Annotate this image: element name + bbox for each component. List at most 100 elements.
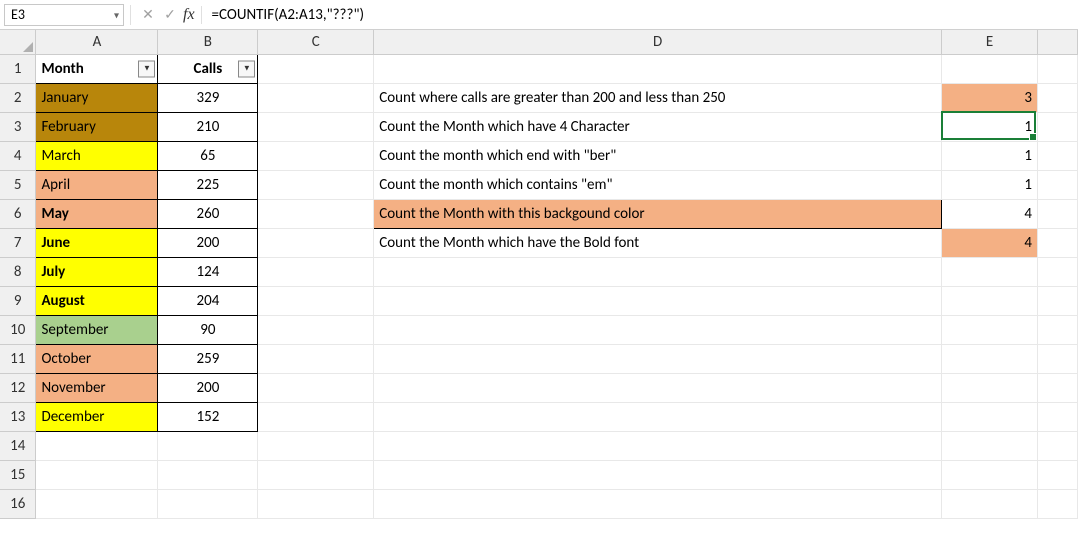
cell-E2[interactable]: 3: [942, 83, 1038, 112]
cell-A8[interactable]: July: [36, 257, 158, 286]
cell-B15[interactable]: [158, 460, 258, 489]
cell-F4[interactable]: [1037, 141, 1077, 170]
cell-C5[interactable]: [258, 170, 374, 199]
row-header-4[interactable]: 4: [0, 141, 36, 170]
cell-B7[interactable]: 200: [158, 228, 258, 257]
cell-F12[interactable]: [1037, 373, 1077, 402]
cell-F10[interactable]: [1037, 315, 1077, 344]
cell-B12[interactable]: 200: [158, 373, 258, 402]
cell-E14[interactable]: [942, 431, 1038, 460]
cell-B13[interactable]: 152: [158, 402, 258, 431]
row-header-11[interactable]: 11: [0, 344, 36, 373]
cell-C9[interactable]: [258, 286, 374, 315]
col-header-D[interactable]: D: [374, 30, 942, 54]
row-header-9[interactable]: 9: [0, 286, 36, 315]
cell-F1[interactable]: [1037, 54, 1077, 83]
cell-F15[interactable]: [1037, 460, 1077, 489]
cell-F3[interactable]: [1037, 112, 1077, 141]
cell-D9[interactable]: [374, 286, 942, 315]
confirm-icon[interactable]: ✓: [159, 6, 181, 23]
cell-A2[interactable]: January: [36, 83, 158, 112]
cell-B11[interactable]: 259: [158, 344, 258, 373]
cell-B14[interactable]: [158, 431, 258, 460]
cell-E10[interactable]: [942, 315, 1038, 344]
cell-E13[interactable]: [942, 402, 1038, 431]
cell-B8[interactable]: 124: [158, 257, 258, 286]
cell-F6[interactable]: [1037, 199, 1077, 228]
cell-C11[interactable]: [258, 344, 374, 373]
cell-C4[interactable]: [258, 141, 374, 170]
row-header-7[interactable]: 7: [0, 228, 36, 257]
cell-A10[interactable]: September: [36, 315, 158, 344]
cell-E5[interactable]: 1: [942, 170, 1038, 199]
select-all-corner[interactable]: [0, 30, 36, 54]
cell-F2[interactable]: [1037, 83, 1077, 112]
cell-C15[interactable]: [258, 460, 374, 489]
cell-A9[interactable]: August: [36, 286, 158, 315]
col-header-B[interactable]: B: [158, 30, 258, 54]
cell-E11[interactable]: [942, 344, 1038, 373]
cell-C16[interactable]: [258, 489, 374, 518]
row-header-14[interactable]: 14: [0, 431, 36, 460]
cell-A15[interactable]: [36, 460, 158, 489]
cell-D6[interactable]: Count the Month with this backgound colo…: [374, 199, 942, 228]
formula-input[interactable]: [208, 4, 1074, 26]
cell-D2[interactable]: Count where calls are greater than 200 a…: [374, 83, 942, 112]
cell-A4[interactable]: March: [36, 141, 158, 170]
cancel-icon[interactable]: ✕: [137, 6, 159, 23]
row-header-16[interactable]: 16: [0, 489, 36, 518]
cell-C6[interactable]: [258, 199, 374, 228]
cell-F11[interactable]: [1037, 344, 1077, 373]
cell-C2[interactable]: [258, 83, 374, 112]
cell-A12[interactable]: November: [36, 373, 158, 402]
cell-E15[interactable]: [942, 460, 1038, 489]
cell-B2[interactable]: 329: [158, 83, 258, 112]
cell-E7[interactable]: 4: [942, 228, 1038, 257]
col-header-F[interactable]: [1037, 30, 1077, 54]
row-header-12[interactable]: 12: [0, 373, 36, 402]
col-header-C[interactable]: C: [258, 30, 374, 54]
cell-A11[interactable]: October: [36, 344, 158, 373]
cell-A1[interactable]: Month▼: [36, 54, 158, 83]
row-header-13[interactable]: 13: [0, 402, 36, 431]
cell-E8[interactable]: [942, 257, 1038, 286]
row-header-10[interactable]: 10: [0, 315, 36, 344]
fx-icon[interactable]: fx: [181, 6, 202, 24]
cell-B5[interactable]: 225: [158, 170, 258, 199]
cell-B6[interactable]: 260: [158, 199, 258, 228]
cell-E12[interactable]: [942, 373, 1038, 402]
cell-B3[interactable]: 210: [158, 112, 258, 141]
cell-F14[interactable]: [1037, 431, 1077, 460]
cell-A3[interactable]: February: [36, 112, 158, 141]
cell-D12[interactable]: [374, 373, 942, 402]
row-header-5[interactable]: 5: [0, 170, 36, 199]
cell-A16[interactable]: [36, 489, 158, 518]
row-header-1[interactable]: 1: [0, 54, 36, 83]
cell-D10[interactable]: [374, 315, 942, 344]
cell-F9[interactable]: [1037, 286, 1077, 315]
cell-E4[interactable]: 1: [942, 141, 1038, 170]
name-box[interactable]: E3 ▾: [4, 4, 124, 26]
cell-B1[interactable]: Calls▼: [158, 54, 258, 83]
row-header-6[interactable]: 6: [0, 199, 36, 228]
cell-B10[interactable]: 90: [158, 315, 258, 344]
cell-D14[interactable]: [374, 431, 942, 460]
cell-F8[interactable]: [1037, 257, 1077, 286]
filter-icon[interactable]: ▼: [238, 60, 255, 77]
cell-D4[interactable]: Count the month which end with "ber": [374, 141, 942, 170]
cell-B16[interactable]: [158, 489, 258, 518]
row-header-3[interactable]: 3: [0, 112, 36, 141]
cell-E9[interactable]: [942, 286, 1038, 315]
cell-A14[interactable]: [36, 431, 158, 460]
cell-E16[interactable]: [942, 489, 1038, 518]
cell-A5[interactable]: April: [36, 170, 158, 199]
spreadsheet-grid[interactable]: ABCDE1Month▼Calls▼2January329Count where…: [0, 30, 1078, 519]
cell-F7[interactable]: [1037, 228, 1077, 257]
cell-C8[interactable]: [258, 257, 374, 286]
col-header-A[interactable]: A: [36, 30, 158, 54]
cell-C10[interactable]: [258, 315, 374, 344]
cell-A13[interactable]: December: [36, 402, 158, 431]
cell-E6[interactable]: 4: [942, 199, 1038, 228]
cell-E1[interactable]: [942, 54, 1038, 83]
cell-D11[interactable]: [374, 344, 942, 373]
